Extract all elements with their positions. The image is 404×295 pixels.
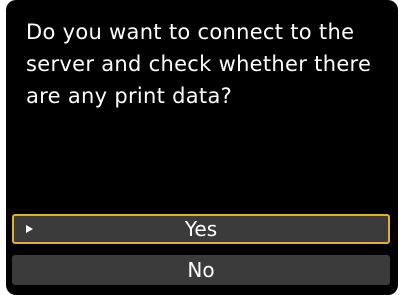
confirmation-message: Do you want to connect to the server and… [26, 20, 372, 108]
yes-option-button[interactable]: Yes [12, 214, 390, 244]
no-option-label: No [187, 258, 215, 282]
no-option-button[interactable]: No [12, 255, 390, 285]
yes-option-label: Yes [184, 217, 218, 241]
printer-lcd-screen: Do you want to connect to the server and… [6, 0, 398, 295]
